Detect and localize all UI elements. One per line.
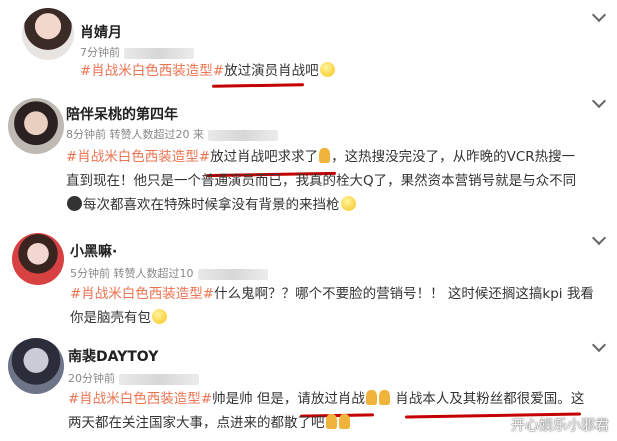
timestamp-text: 7分钟前 xyxy=(80,46,120,59)
comment-line-1: #肖战米白色西装造型#放过肖战吧求求了 ，这热搜没完没了，从昨晚的VCR热搜一 xyxy=(66,146,575,168)
username[interactable]: 南裴DAYTOY xyxy=(68,346,158,366)
timestamp-text: 5分钟前 转赞人数超过10 xyxy=(70,267,194,280)
comment-line-2: 你是脑壳有包 xyxy=(70,307,168,329)
comment-body: 两天都在关注国家大事，点进来的都散了吧 xyxy=(68,415,325,431)
timestamp: 20分钟前 xyxy=(68,370,199,386)
hashtag[interactable]: #肖战米白色西装造型# xyxy=(66,149,210,165)
avatar[interactable] xyxy=(8,338,64,394)
comment-line-3: 每次都喜欢在特殊时候拿没有背景的来挡枪 xyxy=(66,194,357,216)
comment-body: 帅是帅 但是， xyxy=(212,391,298,407)
comment-line-1: #肖战米白色西装造型#什么鬼啊？？哪个不要脸的营销号！！ 这时候还搁这搞kpi … xyxy=(70,283,594,305)
hashtag[interactable]: #肖战米白色西装造型# xyxy=(80,63,224,79)
highlighted-text: 肖战本人及其粉丝都很爱国 xyxy=(395,391,558,407)
timestamp: 7分钟前 xyxy=(80,44,194,60)
comment-body: 你是脑壳有包 xyxy=(70,310,151,326)
comment-line-1: #肖战米白色西装造型#帅是帅 但是，请放过肖战 肖战本人及其粉丝都很爱国。这 xyxy=(68,388,584,410)
comment-body: 放过演员肖战吧 xyxy=(224,63,319,79)
pray-emoji-icon xyxy=(365,390,377,405)
comment-line-2: 两天都在关注国家大事，点进来的都散了吧 xyxy=(68,412,351,434)
bomb-emoji-icon xyxy=(67,196,82,211)
hashtag[interactable]: #肖战米白色西装造型# xyxy=(68,391,212,407)
pray-emoji-icon xyxy=(325,414,337,429)
timestamp: 8分钟前 转赞人数超过20 来 xyxy=(66,126,278,142)
watermark: 开心娱乐小邪君 xyxy=(511,418,609,434)
timestamp-text: 20分钟前 xyxy=(68,372,115,385)
crying-emoji-icon xyxy=(319,62,335,77)
comment-body: ，这热搜没完没了，从昨晚的VCR热搜一 xyxy=(331,149,576,165)
avatar[interactable] xyxy=(22,8,74,60)
comment-body: 直到现在！他只是一个普通演员而已，我真的栓大Q了，果然资本营销号就是与众不同 xyxy=(66,173,577,189)
shush-emoji-icon xyxy=(152,309,167,324)
avatar[interactable] xyxy=(12,233,64,285)
chevron-down-icon[interactable] xyxy=(591,7,607,23)
blurred-source xyxy=(119,373,199,385)
hashtag[interactable]: #肖战米白色西装造型# xyxy=(70,286,214,302)
comment-3: 小黑嘛· 5分钟前 转赞人数超过10 #肖战米白色西装造型#什么鬼啊？？哪个不要… xyxy=(0,225,617,330)
username[interactable]: 陪伴呆桃的第四年 xyxy=(66,104,178,124)
comment-2: 陪伴呆桃的第四年 8分钟前 转赞人数超过20 来 #肖战米白色西装造型#放过肖战… xyxy=(0,90,617,225)
comment-line-2: 直到现在！他只是一个普通演员而已，我真的栓大Q了，果然资本营销号就是与众不同 xyxy=(66,170,576,192)
comment-body: 什么鬼啊？？哪个不要脸的营销号！！ 这时候还搁这搞kpi 我看 xyxy=(214,286,594,302)
username[interactable]: 肖婧月 xyxy=(80,22,122,42)
comment-1: 肖婧月 7分钟前 #肖战米白色西装造型#放过演员肖战吧 xyxy=(0,0,617,90)
chevron-down-icon[interactable] xyxy=(591,230,607,246)
tears-emoji-icon xyxy=(340,196,356,211)
chevron-down-icon[interactable] xyxy=(591,337,607,353)
highlighted-text: 请放过肖战 xyxy=(297,391,365,407)
comment-body: 。这 xyxy=(557,391,585,407)
pray-emoji-icon xyxy=(319,148,331,163)
comment-text: #肖战米白色西装造型#放过演员肖战吧 xyxy=(80,60,336,82)
comment-body: 每次都喜欢在特殊时候拿没有背景的来挡枪 xyxy=(83,197,340,213)
blurred-source xyxy=(124,47,194,59)
pray-emoji-icon xyxy=(338,414,350,429)
red-underline xyxy=(211,83,305,88)
pray-emoji-icon xyxy=(378,390,390,405)
timestamp: 5分钟前 转赞人数超过10 xyxy=(70,265,268,281)
blurred-source xyxy=(197,268,268,280)
avatar[interactable] xyxy=(8,98,64,154)
username[interactable]: 小黑嘛· xyxy=(70,241,117,261)
highlighted-text: 放过肖战吧求求了 xyxy=(210,149,319,165)
blurred-source xyxy=(208,129,278,141)
chevron-down-icon[interactable] xyxy=(591,93,607,109)
timestamp-text: 8分钟前 转赞人数超过20 来 xyxy=(66,128,204,141)
